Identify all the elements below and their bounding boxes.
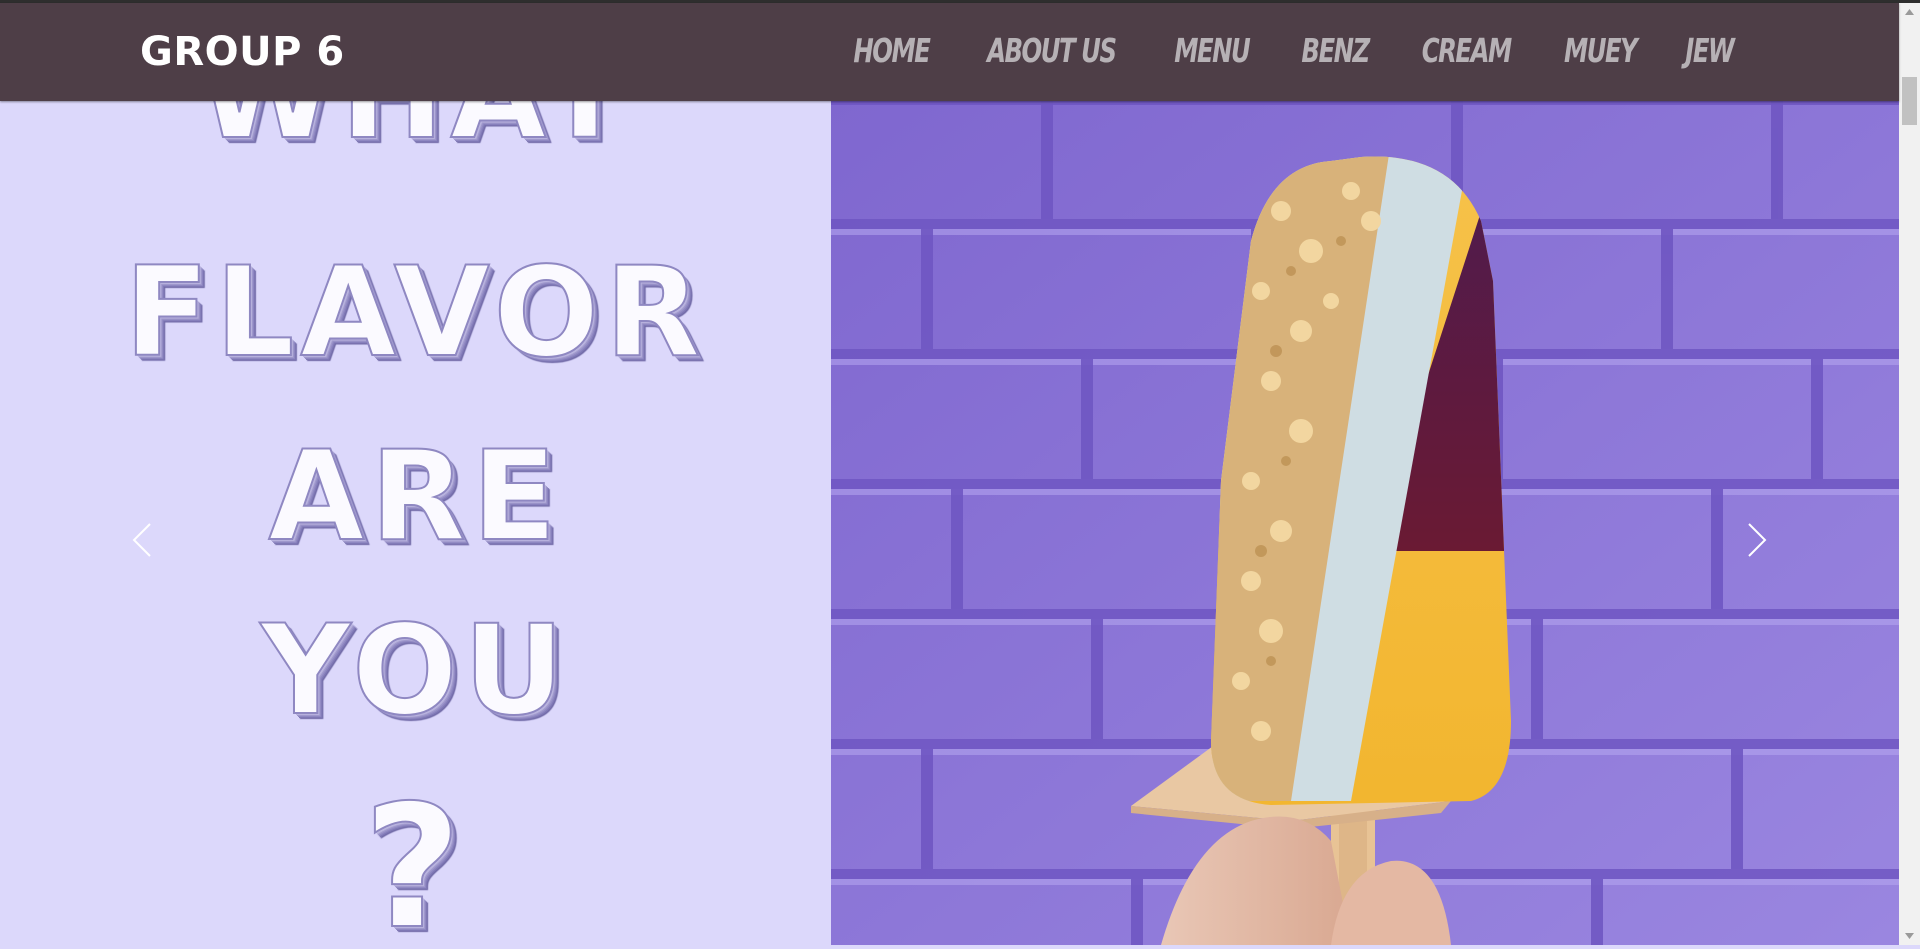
headline-line-you: YOU — [260, 598, 571, 744]
chevron-left-icon — [132, 523, 151, 557]
hero-image-panel — [831, 101, 1899, 945]
nav-item-about-us[interactable]: ABOUT US — [987, 31, 1117, 70]
brand-logo[interactable]: GROUP 6 — [140, 29, 345, 75]
scroll-down-button[interactable] — [1899, 927, 1920, 945]
page-scrollbar[interactable] — [1899, 3, 1920, 945]
nav-item-muey[interactable]: MUEY — [1564, 31, 1638, 70]
caret-up-icon — [1905, 9, 1914, 15]
headline-line-what: WHAT — [0, 101, 831, 168]
carousel-prev-button[interactable] — [132, 522, 152, 558]
headline-line-are: ARE — [267, 424, 563, 570]
headline-question-mark: ? — [362, 768, 468, 945]
scrollbar-thumb[interactable] — [1902, 77, 1917, 125]
main-nav: HOME ABOUT US MENU BENZ CREAM MUEY JEW — [845, 31, 1739, 70]
headline-line-flavor: FLAVOR — [124, 240, 707, 386]
carousel-next-button[interactable] — [1747, 522, 1767, 558]
nav-item-benz[interactable]: BENZ — [1301, 31, 1370, 70]
scroll-up-button[interactable] — [1899, 3, 1920, 21]
navbar: GROUP 6 HOME ABOUT US MENU BENZ CREAM MU… — [0, 3, 1899, 101]
chevron-right-icon — [1748, 523, 1767, 557]
nav-item-jew[interactable]: JEW — [1686, 31, 1736, 70]
hero-headline-panel: WHAT FLAVOR ARE YOU ? — [0, 101, 831, 945]
nav-item-home[interactable]: HOME — [853, 31, 931, 70]
caret-down-icon — [1905, 933, 1914, 939]
nav-item-cream[interactable]: CREAM — [1421, 31, 1511, 70]
nav-item-menu[interactable]: MENU — [1174, 31, 1251, 70]
popsicle-photo — [831, 101, 1899, 945]
